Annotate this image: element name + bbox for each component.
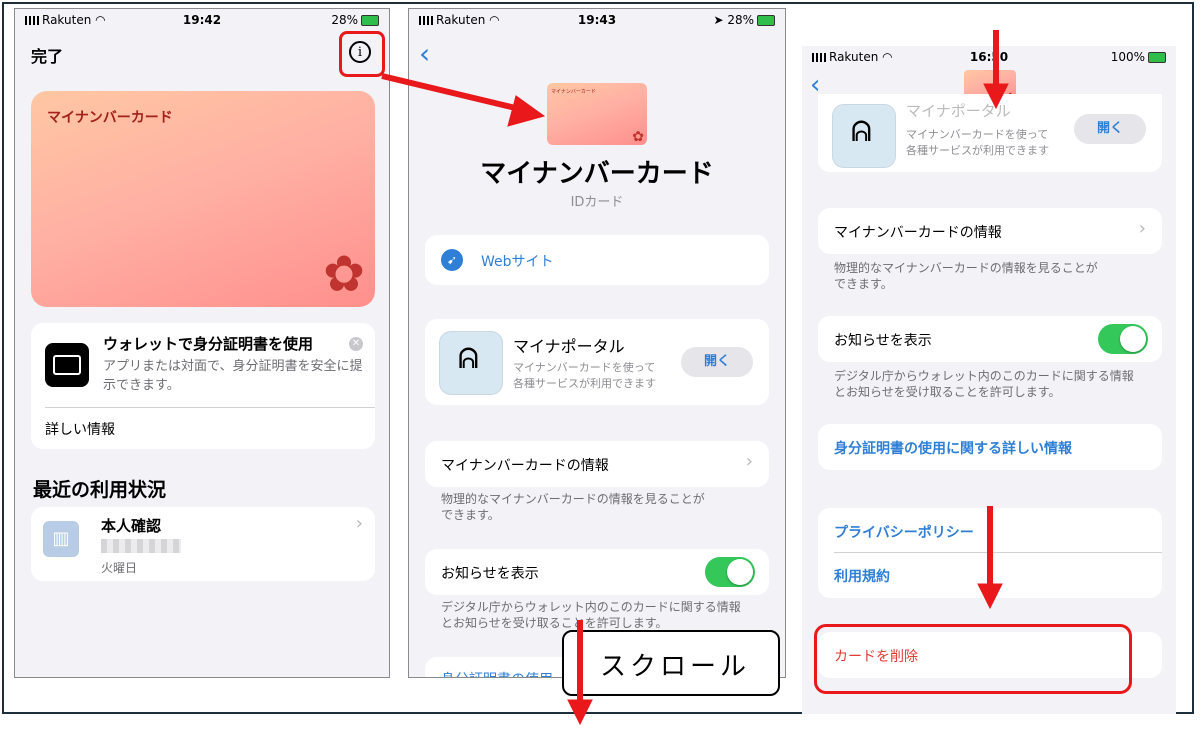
arrow-head	[507, 95, 546, 127]
annotation-arrows	[381, 30, 1009, 726]
arrow-head	[977, 583, 1003, 610]
arrow-head	[567, 699, 593, 726]
arrow-info-to-details	[381, 73, 525, 113]
arrow-head	[983, 83, 1009, 110]
